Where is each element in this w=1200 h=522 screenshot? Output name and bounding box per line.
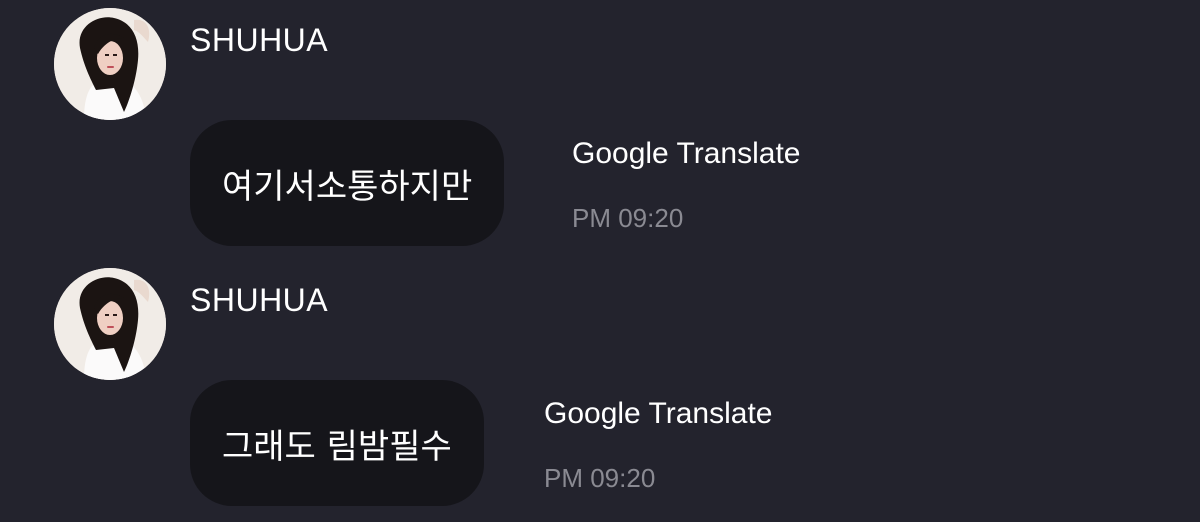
message-text: 그래도 림밤필수 xyxy=(222,426,452,467)
avatar-portrait-image xyxy=(54,8,166,120)
message-text: 여기서소통하지만 xyxy=(222,166,473,207)
google-translate-link[interactable]: Google Translate xyxy=(544,396,772,432)
message-meta: Google Translate PM 09:20 xyxy=(572,136,800,234)
sender-name: SHUHUA xyxy=(190,282,329,318)
chat-message: SHUHUA 그래도 림밤필수 Google Translate PM 09:2… xyxy=(0,260,1200,521)
message-bubble[interactable]: 그래도 림밤필수 xyxy=(190,380,484,506)
avatar[interactable] xyxy=(54,268,166,380)
google-translate-link[interactable]: Google Translate xyxy=(572,136,800,172)
message-timestamp: PM 09:20 xyxy=(544,463,656,493)
avatar[interactable] xyxy=(54,8,166,120)
chat-message: SHUHUA 여기서소통하지만 Google Translate PM 09:2… xyxy=(0,0,1200,261)
chat-message-list: SHUHUA 여기서소통하지만 Google Translate PM 09:2… xyxy=(0,0,1200,522)
message-timestamp: PM 09:20 xyxy=(572,203,684,233)
avatar-portrait-image xyxy=(54,268,166,380)
sender-name: SHUHUA xyxy=(190,22,329,58)
message-bubble[interactable]: 여기서소통하지만 xyxy=(190,120,505,246)
message-meta: Google Translate PM 09:20 xyxy=(544,396,772,494)
